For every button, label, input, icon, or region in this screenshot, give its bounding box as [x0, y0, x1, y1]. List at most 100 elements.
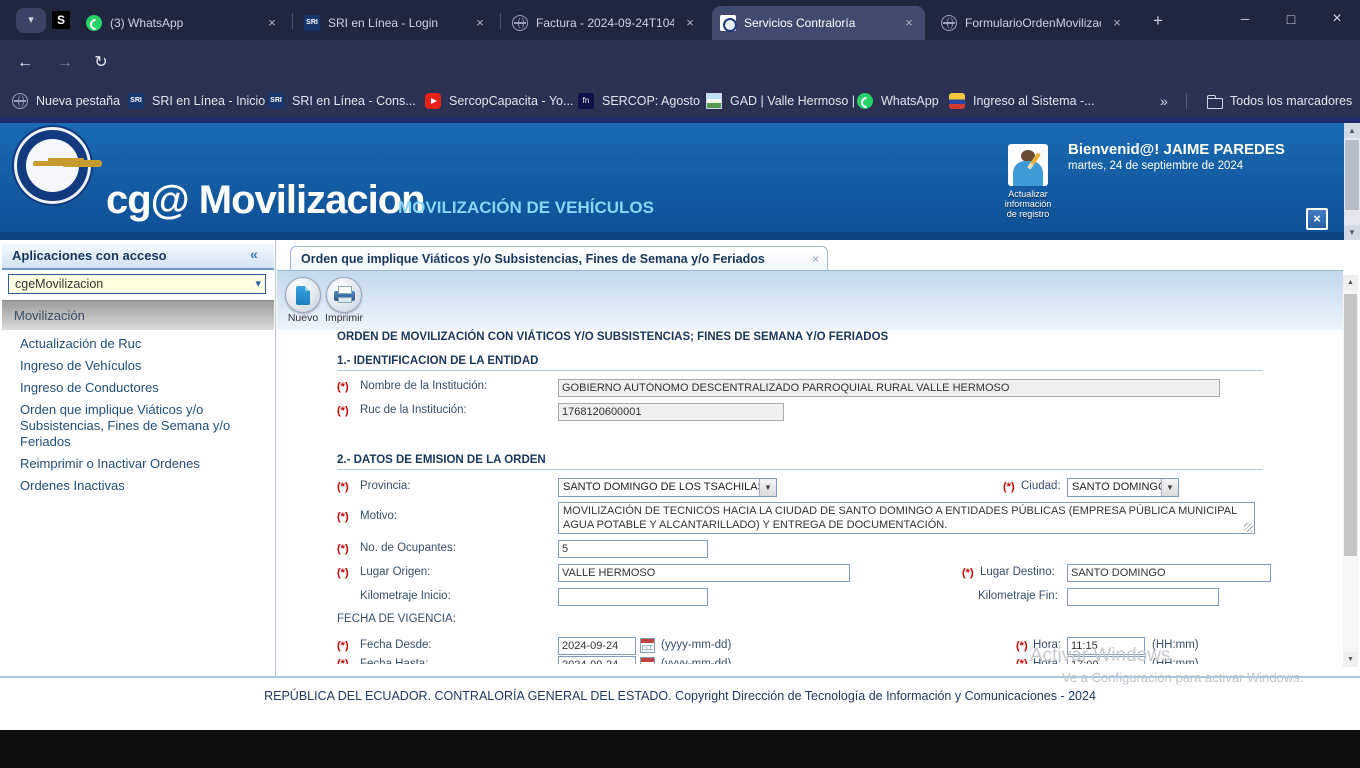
tab-close-icon[interactable]: [901, 15, 917, 31]
bookmark-label: Ingreso al Sistema -...: [973, 94, 1095, 108]
textarea-resize-grip[interactable]: [1244, 523, 1253, 532]
fecha-desde-hint: (yyyy-mm-dd): [661, 639, 732, 651]
pinned-tab[interactable]: S: [52, 11, 70, 29]
lugar-origen-input[interactable]: [558, 564, 850, 582]
imprimir-button[interactable]: [326, 277, 362, 313]
tab-close-icon[interactable]: [1109, 15, 1125, 31]
form-scrollbar[interactable]: [1343, 275, 1358, 667]
lugar-origen-label: Lugar Origen:: [360, 566, 431, 578]
window-minimize-button[interactable]: [1222, 0, 1268, 38]
bookmark-item[interactable]: SRI en Línea - Cons...: [268, 92, 416, 110]
window-close-button[interactable]: [1314, 0, 1360, 38]
sidebar-divider: [275, 240, 276, 676]
bookmark-item[interactable]: SERCOP: Agosto: [578, 92, 700, 110]
tab-search-chevron-icon[interactable]: [16, 8, 46, 33]
ciudad-select[interactable]: SANTO DOMINGO: [1067, 478, 1179, 497]
sidebar-item-orden-viaticos[interactable]: Orden que implique Viáticos y/o Subsiste…: [20, 402, 270, 450]
nuevo-button[interactable]: [285, 277, 321, 313]
scroll-up-icon[interactable]: [1344, 123, 1360, 138]
scroll-thumb[interactable]: [1344, 294, 1357, 556]
lugar-destino-input[interactable]: [1067, 564, 1271, 582]
browser-tab-factura[interactable]: Factura - 2024-09-24T1044: [504, 6, 706, 40]
scroll-thumb[interactable]: [1345, 140, 1359, 210]
browser-tabstrip: S (3) WhatsApp SRI en Línea - Login Fact…: [0, 0, 1360, 40]
new-document-icon: [296, 286, 310, 305]
ruc-label: Ruc de la Institución:: [360, 404, 467, 416]
reload-button[interactable]: ↻: [88, 50, 114, 76]
bookmark-item[interactable]: SercopCapacita - Yo...: [425, 92, 573, 110]
activate-windows-watermark-line2: Ve a Configuración para activar Windows.: [1062, 670, 1304, 685]
browser-tab-whatsapp[interactable]: (3) WhatsApp: [78, 6, 288, 40]
bookmark-label: WhatsApp: [881, 94, 939, 108]
sidebar-item-reimprimir-ordenes[interactable]: Reimprimir o Inactivar Ordenes: [20, 456, 270, 472]
motivo-textarea[interactable]: MOVILIZACIÓN DE TECNICOS HACIA LA CIUDAD…: [558, 502, 1255, 534]
bookmark-item[interactable]: Nueva pestaña: [12, 92, 120, 110]
welcome-date: martes, 24 de septiembre de 2024: [1068, 160, 1244, 172]
bookmark-label: SRI en Línea - Inicio: [152, 94, 266, 108]
bookmark-label: SERCOP: Agosto: [602, 94, 700, 108]
bookmark-item[interactable]: SRI en Línea - Inicio: [128, 92, 265, 110]
ocupantes-input[interactable]: [558, 540, 708, 558]
fecha-hasta-label: Fecha Hasta:: [360, 658, 429, 664]
fecha-hasta-row-clipped: (*) Fecha Hasta: (yyyy-mm-dd) (*) Hora: …: [277, 655, 1343, 664]
fecha-hasta-input[interactable]: [558, 656, 636, 664]
required-marker: (*): [337, 511, 349, 523]
sidebar-item-actualizacion-ruc[interactable]: Actualización de Ruc: [20, 336, 270, 352]
lugar-destino-label: Lugar Destino:: [980, 566, 1055, 578]
km-fin-input[interactable]: [1067, 588, 1219, 606]
nombre-institucion-input[interactable]: [558, 379, 1220, 397]
cge-favicon: [720, 15, 737, 32]
scroll-up-icon[interactable]: [1343, 275, 1358, 290]
bookmarks-overflow-icon[interactable]: [1160, 93, 1168, 109]
tab-close-icon[interactable]: [264, 15, 280, 31]
window-maximize-button[interactable]: [1268, 0, 1314, 38]
sidebar-item-ordenes-inactivas[interactable]: Ordenes Inactivas: [20, 478, 270, 494]
printer-icon: [334, 286, 355, 303]
app-select[interactable]: cgeMovilizacion: [8, 274, 266, 294]
header-top-strip: [0, 117, 1360, 123]
required-marker: (*): [337, 658, 349, 664]
back-button[interactable]: ←: [12, 50, 38, 76]
update-registration-link[interactable]: Actualizar información de registro: [1000, 189, 1056, 219]
browser-tab-sri[interactable]: SRI en Línea - Login: [296, 6, 496, 40]
sidebar-collapse-icon[interactable]: [250, 246, 258, 262]
page-scrollbar[interactable]: [1344, 123, 1360, 240]
fecha-desde-input[interactable]: [558, 637, 636, 655]
globe-icon: [12, 93, 28, 109]
session-close-button[interactable]: [1306, 208, 1328, 230]
tab-close-icon[interactable]: [472, 15, 488, 31]
bookmark-item[interactable]: GAD | Valle Hermoso |: [706, 92, 855, 110]
scroll-down-icon[interactable]: [1343, 652, 1358, 667]
browser-tab-servicios-active[interactable]: Servicios Contraloría: [712, 6, 925, 40]
browser-navbar: ← → ↻ servicios.contraloria.gob.ec:4443/…: [0, 40, 1360, 118]
form-title: ORDEN DE MOVILIZACIÓN CON VIÁTICOS Y/O S…: [337, 331, 889, 343]
required-marker: (*): [1016, 640, 1028, 652]
document-tab-close-icon[interactable]: [812, 252, 819, 266]
browser-tab-formulario[interactable]: FormularioOrdenMovilizac: [933, 6, 1133, 40]
document-tab[interactable]: Orden que implique Viáticos y/o Subsiste…: [290, 246, 828, 271]
sidebar-item-ingreso-vehiculos[interactable]: Ingreso de Vehículos: [20, 358, 270, 374]
bookmark-item[interactable]: Ingreso al Sistema -...: [949, 92, 1095, 110]
scroll-down-icon[interactable]: [1344, 225, 1360, 240]
km-inicio-label: Kilometraje Inicio:: [360, 590, 451, 602]
tab-close-icon[interactable]: [682, 15, 698, 31]
section2-header: 2.- DATOS DE EMISION DE LA ORDEN: [337, 454, 546, 466]
calendar-icon[interactable]: [640, 657, 655, 664]
bookmark-item[interactable]: WhatsApp: [857, 92, 939, 110]
km-inicio-input[interactable]: [558, 588, 708, 606]
sidebar-title: Aplicaciones con acceso: [2, 244, 274, 270]
sidebar-item-ingreso-conductores[interactable]: Ingreso de Conductores: [20, 380, 270, 396]
tab-title: Servicios Contraloría: [744, 16, 856, 30]
new-tab-button[interactable]: [1146, 9, 1170, 33]
chevron-down-icon: [759, 479, 776, 496]
required-marker: (*): [337, 381, 349, 393]
header-bottom-strip: [0, 232, 1344, 240]
calendar-icon[interactable]: [640, 638, 655, 653]
ruc-institucion-input[interactable]: [558, 403, 784, 421]
required-marker: (*): [1016, 658, 1028, 664]
bookmark-label: Todos los marcadores: [1230, 94, 1353, 108]
all-bookmarks-button[interactable]: Todos los marcadores: [1206, 92, 1352, 110]
forward-button[interactable]: →: [52, 50, 78, 76]
ciudad-value: SANTO DOMINGO: [1072, 481, 1167, 493]
provincia-select[interactable]: SANTO DOMINGO DE LOS TSACHILAS: [558, 478, 777, 497]
